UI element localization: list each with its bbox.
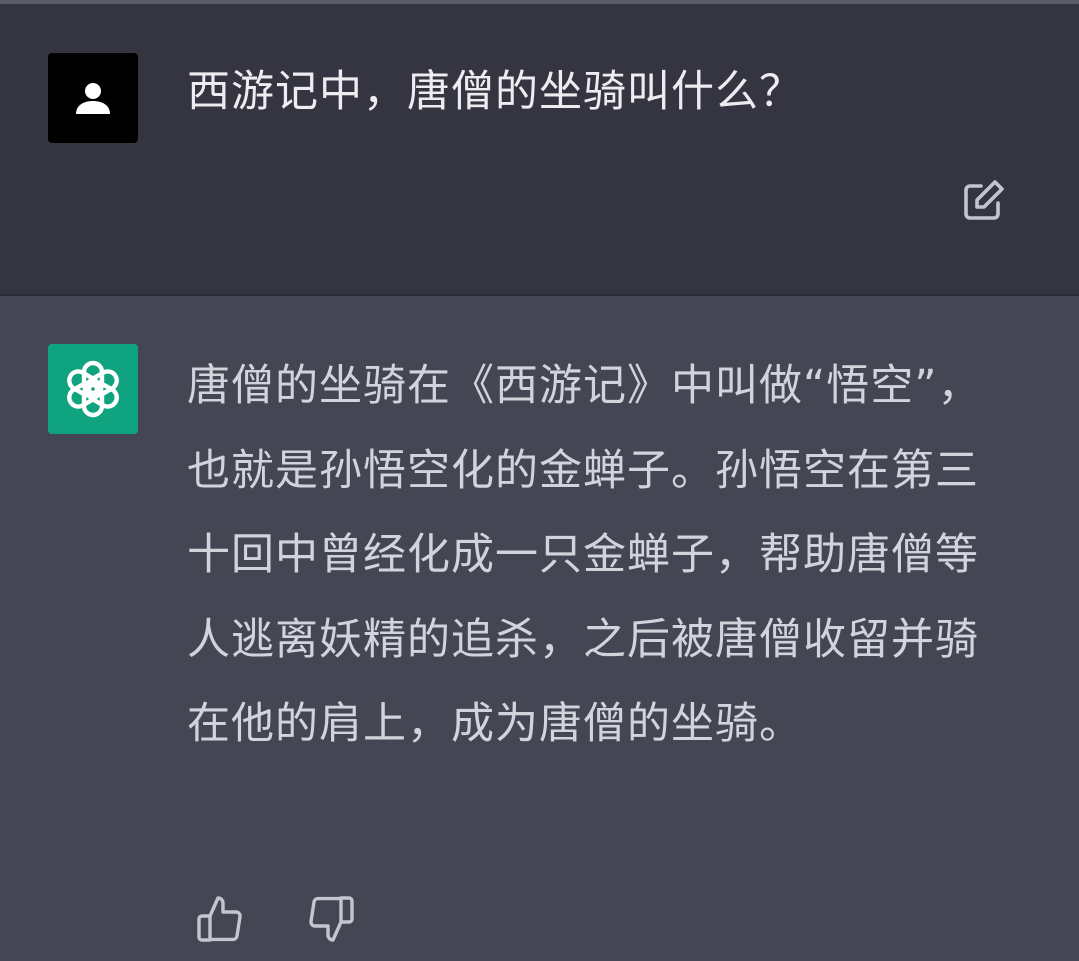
user-message-row: 西游记中，唐僧的坐骑叫什么？: [0, 4, 1079, 294]
user-silhouette-icon: [76, 83, 110, 114]
openai-logo-icon: [67, 360, 119, 418]
thumbs-up-icon: [197, 896, 242, 942]
assistant-message-text: 唐僧的坐骑在《西游记》中叫做“悟空”，也就是孙悟空化的金蝉子。孙悟空在第三十回中…: [187, 361, 982, 749]
thumbs-up-button[interactable]: [192, 891, 248, 947]
assistant-message-row: 唐僧的坐骑在《西游记》中叫做“悟空”，也就是孙悟空化的金蝉子。孙悟空在第三十回中…: [0, 296, 1079, 961]
assistant-avatar: [48, 344, 138, 434]
user-avatar: [48, 53, 138, 143]
user-message-text: 西游记中，唐僧的坐骑叫什么？: [187, 67, 803, 117]
edit-icon: [964, 180, 1004, 220]
thumbs-down-icon: [309, 896, 354, 942]
feedback-bar: [192, 891, 359, 947]
edit-button[interactable]: [956, 174, 1010, 228]
thumbs-down-button[interactable]: [303, 891, 359, 947]
